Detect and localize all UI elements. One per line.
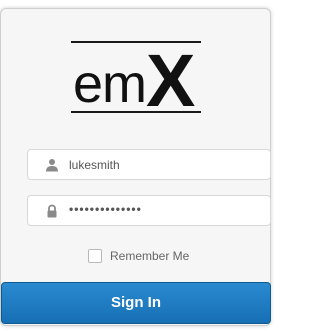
user-icon <box>46 159 58 172</box>
username-value: lukesmith <box>69 158 120 172</box>
logo-wordmark: emX <box>73 39 195 122</box>
logo-text: em <box>73 54 147 114</box>
login-card: emX lukesmith •••••••••••••• Remember Me… <box>0 8 271 326</box>
sign-in-button[interactable]: Sign In <box>1 282 271 324</box>
password-value: •••••••••••••• <box>69 202 142 216</box>
logo-accent: X <box>146 39 195 122</box>
remember-me-checkbox[interactable] <box>88 249 102 263</box>
logo-bottom-rule <box>71 111 201 113</box>
emx-logo: emX <box>71 41 201 123</box>
password-field[interactable]: •••••••••••••• <box>27 195 271 226</box>
username-field[interactable]: lukesmith <box>27 149 271 180</box>
lock-icon <box>47 204 57 218</box>
remember-me-label[interactable]: Remember Me <box>110 249 189 264</box>
